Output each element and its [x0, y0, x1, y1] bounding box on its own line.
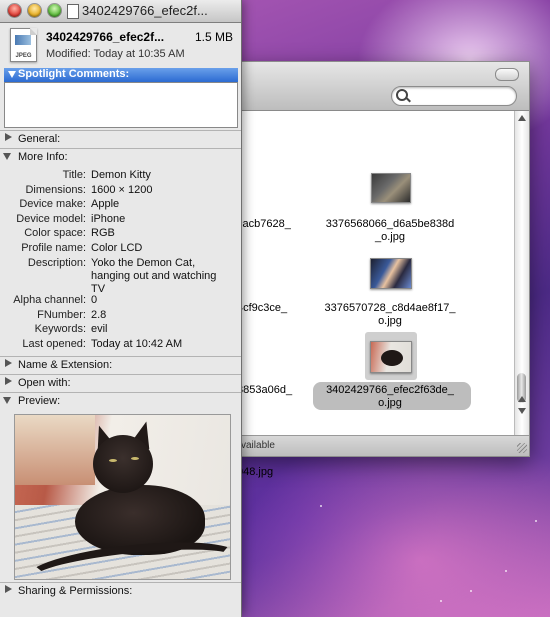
- title-bar[interactable]: 3402429766_efec2f...: [0, 0, 241, 23]
- spotlight-comments-header[interactable]: Spotlight Comments:: [4, 68, 238, 82]
- cat-head: [93, 435, 153, 493]
- status-text: vailable: [241, 440, 275, 451]
- info-value: Apple: [91, 198, 120, 210]
- file-name-partial[interactable]: 4cf9c3ce_: [237, 302, 287, 315]
- info-value: Demon Kitty: [91, 169, 151, 181]
- file-name-selected[interactable]: 3402429766_efec2f63de_ o.jpg: [315, 384, 465, 410]
- info-key: Title:: [62, 169, 86, 181]
- section-preview[interactable]: Preview:: [0, 392, 241, 410]
- file-name-line: 3402429766_efec2f63de_: [326, 384, 454, 396]
- cat-eye: [109, 459, 117, 462]
- window-title: 3402429766_efec2f...: [82, 3, 208, 18]
- file-name-line: 3376568066_d6a5be838d: [325, 218, 455, 230]
- file-name: 3402429766_efec2f...: [46, 30, 165, 44]
- section-name-extension[interactable]: Name & Extension:: [0, 356, 241, 374]
- file-name-line: o.jpg: [378, 397, 402, 409]
- spotlight-comments-label: Spotlight Comments:: [18, 68, 130, 80]
- disclosure-closed-icon: [5, 359, 12, 367]
- info-header: JPEG 3402429766_efec2f... 1.5 MB Modifie…: [0, 22, 241, 66]
- section-label: Preview:: [18, 395, 61, 407]
- star: [470, 590, 472, 592]
- file-thumbnail[interactable]: [371, 173, 411, 203]
- info-value: iPhone: [91, 213, 126, 225]
- finder-window: cacb7628_ 3376568066_d6a5be838d _o.jpg 4…: [236, 61, 530, 478]
- toolbar-toggle-button[interactable]: [495, 68, 519, 81]
- file-name-line: 3376570728_c8d4ae8f17_: [324, 302, 456, 314]
- section-more-info[interactable]: More Info:: [0, 148, 241, 166]
- zoom-button[interactable]: [48, 4, 61, 17]
- spotlight-comments-field[interactable]: [4, 82, 238, 128]
- file-icon-label: JPEG: [15, 53, 32, 59]
- file-name-partial[interactable]: 048.jpg: [237, 466, 273, 479]
- file-name[interactable]: 3376568066_d6a5be838d _o.jpg: [315, 218, 465, 244]
- info-key: Profile name:: [21, 242, 86, 254]
- document-icon[interactable]: [67, 4, 79, 19]
- star: [505, 570, 507, 572]
- disclosure-open-icon: [3, 397, 11, 404]
- preview-image: [14, 414, 231, 580]
- info-key: Description:: [27, 257, 86, 269]
- file-grid: cacb7628_ 3376568066_d6a5be838d _o.jpg 4…: [237, 111, 515, 478]
- file-size: 1.5 MB: [194, 30, 233, 44]
- info-window: 3402429766_efec2f... JPEG 3402429766_efe…: [0, 0, 242, 617]
- resize-handle-icon[interactable]: [517, 443, 527, 453]
- info-value: RGB: [91, 227, 115, 239]
- scroll-up-arrow-icon[interactable]: [518, 396, 526, 402]
- info-value: Today at 10:42 AM: [91, 338, 183, 350]
- section-general[interactable]: General:: [0, 130, 241, 148]
- info-key: Dimensions:: [25, 184, 86, 196]
- section-label: Name & Extension:: [18, 359, 113, 371]
- scroll-up-icon[interactable]: [518, 115, 526, 121]
- vertical-scrollbar[interactable]: [514, 111, 529, 436]
- info-key: Keywords:: [34, 323, 86, 335]
- disclosure-closed-icon: [5, 377, 12, 385]
- info-key: Device make:: [19, 198, 86, 210]
- section-open-with[interactable]: Open with:: [0, 374, 241, 392]
- section-sharing-permissions[interactable]: Sharing & Permissions:: [0, 582, 241, 600]
- star: [535, 520, 537, 522]
- info-value: evil: [91, 323, 108, 335]
- info-value: 2.8: [91, 309, 107, 321]
- info-value: Color LCD: [91, 242, 143, 254]
- jpeg-file-icon: JPEG: [10, 28, 37, 62]
- info-value: 1600 × 1200: [91, 184, 153, 196]
- close-button[interactable]: [8, 4, 21, 17]
- search-icon: [396, 89, 408, 101]
- disclosure-closed-icon: [5, 585, 12, 593]
- info-key: Alpha channel:: [13, 294, 86, 306]
- file-thumbnail[interactable]: [370, 258, 412, 289]
- info-key: Device model:: [16, 213, 86, 225]
- disclosure-open-icon: [3, 153, 11, 160]
- section-label: Open with:: [18, 377, 71, 389]
- scroll-down-arrow-icon[interactable]: [518, 408, 526, 414]
- search-field[interactable]: [391, 86, 517, 106]
- file-name-partial[interactable]: 3853a06d_: [237, 384, 292, 397]
- finder-toolbar: [237, 62, 529, 111]
- section-label: General:: [18, 133, 61, 145]
- info-value: Yoko the Demon Cat, hanging out and watc…: [91, 257, 217, 295]
- section-label: More Info:: [18, 151, 68, 163]
- disclosure-closed-icon: [5, 133, 12, 141]
- file-name[interactable]: 3376570728_c8d4ae8f17_ o.jpg: [315, 302, 465, 328]
- file-name-line: o.jpg: [378, 315, 402, 327]
- info-key: Last opened:: [22, 338, 86, 350]
- minimize-button[interactable]: [28, 4, 41, 17]
- star: [440, 600, 442, 602]
- star: [320, 505, 322, 507]
- info-key: FNumber:: [37, 309, 86, 321]
- cat-eye: [131, 457, 139, 460]
- section-label: Sharing & Permissions:: [18, 585, 133, 597]
- file-thumbnail-selected[interactable]: [370, 341, 412, 373]
- info-value: 0: [91, 294, 98, 306]
- preview-background: [15, 415, 95, 485]
- status-bar: vailable: [237, 435, 529, 456]
- file-name-partial[interactable]: cacb7628_: [237, 218, 291, 231]
- file-name-line: _o.jpg: [375, 231, 405, 243]
- modified-date: Modified: Today at 10:35 AM: [46, 48, 185, 60]
- info-key: Color space:: [24, 227, 86, 239]
- disclosure-open-icon: [8, 71, 16, 78]
